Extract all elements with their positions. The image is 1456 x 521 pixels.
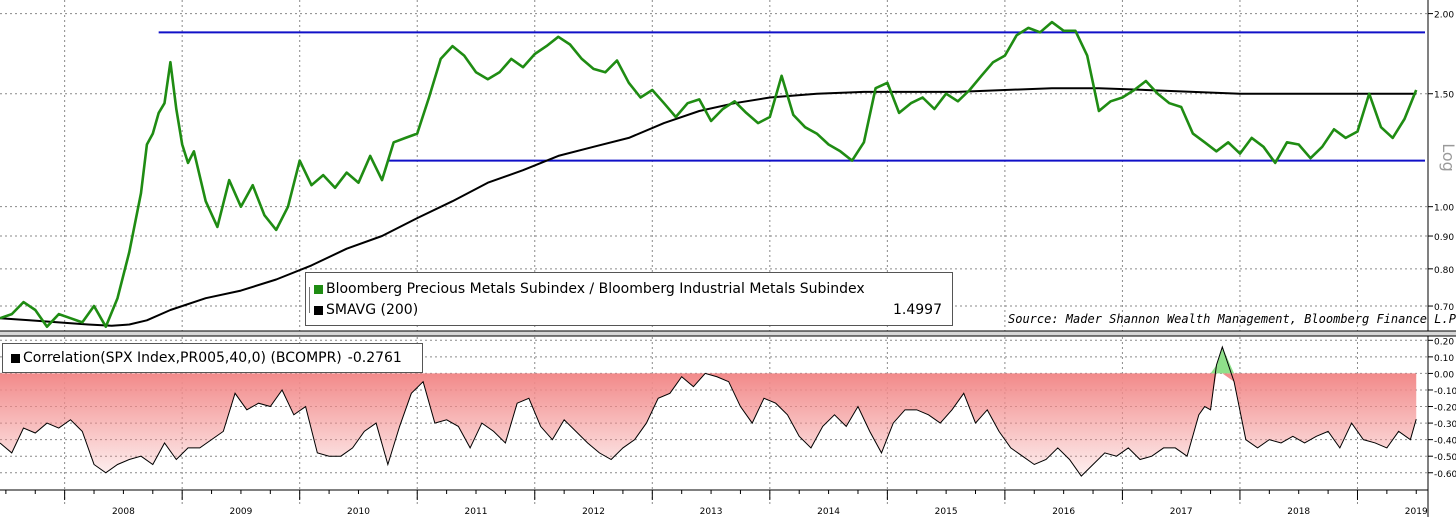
legend-item-ratio: Bloomberg Precious Metals Subindex / Blo…: [314, 281, 865, 297]
y-tick-label-bottom: 0.20: [1434, 337, 1454, 347]
correlation-legend-swatch: [11, 353, 20, 363]
correlation-legend: Correlation(SPX Index,PR005,40,0) (BCOMP…: [2, 343, 423, 373]
x-tick-label: 2013: [700, 507, 723, 517]
correlation-legend-value: -0.2761: [347, 350, 402, 366]
x-tick-label: 2015: [935, 507, 958, 517]
y-tick-label-bottom: -0.40: [1434, 437, 1456, 447]
legend-swatch-ratio: [314, 284, 323, 294]
legend-item-smavg: SMAVG (200): [314, 302, 418, 318]
panel-divider: [0, 331, 1456, 336]
x-tick-label: 2018: [1287, 507, 1310, 517]
y-tick-label-bottom: 0.10: [1434, 354, 1454, 364]
y-tick-label-top: 0.80: [1434, 266, 1454, 276]
y-tick-label-bottom: -0.50: [1434, 453, 1456, 463]
correlation-negative-fill: [0, 373, 1417, 477]
y-tick-label-bottom: -0.60: [1434, 470, 1456, 480]
legend-label-smavg: SMAVG (200): [326, 302, 419, 318]
legend-label-ratio: Bloomberg Precious Metals Subindex / Blo…: [326, 281, 865, 297]
legend-value-smavg: 1.4997: [893, 302, 942, 318]
axes: [0, 0, 1456, 517]
correlation-legend-label: Correlation(SPX Index,PR005,40,0) (BCOMP…: [23, 350, 342, 366]
y-tick-label-top: 0.90: [1434, 233, 1454, 243]
x-tick-label: 2010: [347, 507, 370, 517]
y-tick-label-top: 2.00: [1434, 11, 1454, 21]
x-tick-label: 2009: [229, 507, 252, 517]
x-tick-label: 2016: [1052, 507, 1075, 517]
legend-swatch-smavg: [314, 305, 323, 315]
legend: Bloomberg Precious Metals Subindex / Blo…: [305, 272, 953, 326]
x-tick-label: 2008: [112, 507, 135, 517]
x-tick-label: 2012: [582, 507, 605, 517]
y-axis-scale-label: Log: [1438, 143, 1456, 172]
chart-svg: 2.001.501.000.900.800.700.200.100.00-0.1…: [0, 0, 1456, 517]
y-tick-label-bottom: 0.00: [1434, 370, 1454, 380]
x-tick-label: 2019: [1405, 507, 1428, 517]
x-tick-label: 2014: [817, 507, 840, 517]
y-tick-label-top: 1.50: [1434, 91, 1454, 101]
chart-root: 2.00 1.50 1.00 0.90 0.80 0.70 0.20 0.10 0.00 -0.1…: [0, 0, 1456, 517]
y-tick-label-bottom: -0.20: [1434, 404, 1456, 414]
y-tick-label-bottom: -0.30: [1434, 420, 1456, 430]
x-tick-label: 2011: [465, 507, 488, 517]
source-annotation: Source: Mader Shannon Wealth Management,…: [1008, 312, 1456, 326]
y-tick-label-top: 1.00: [1434, 204, 1454, 214]
x-tick-label: 2017: [1170, 507, 1193, 517]
y-tick-label-bottom: -0.10: [1434, 387, 1456, 397]
